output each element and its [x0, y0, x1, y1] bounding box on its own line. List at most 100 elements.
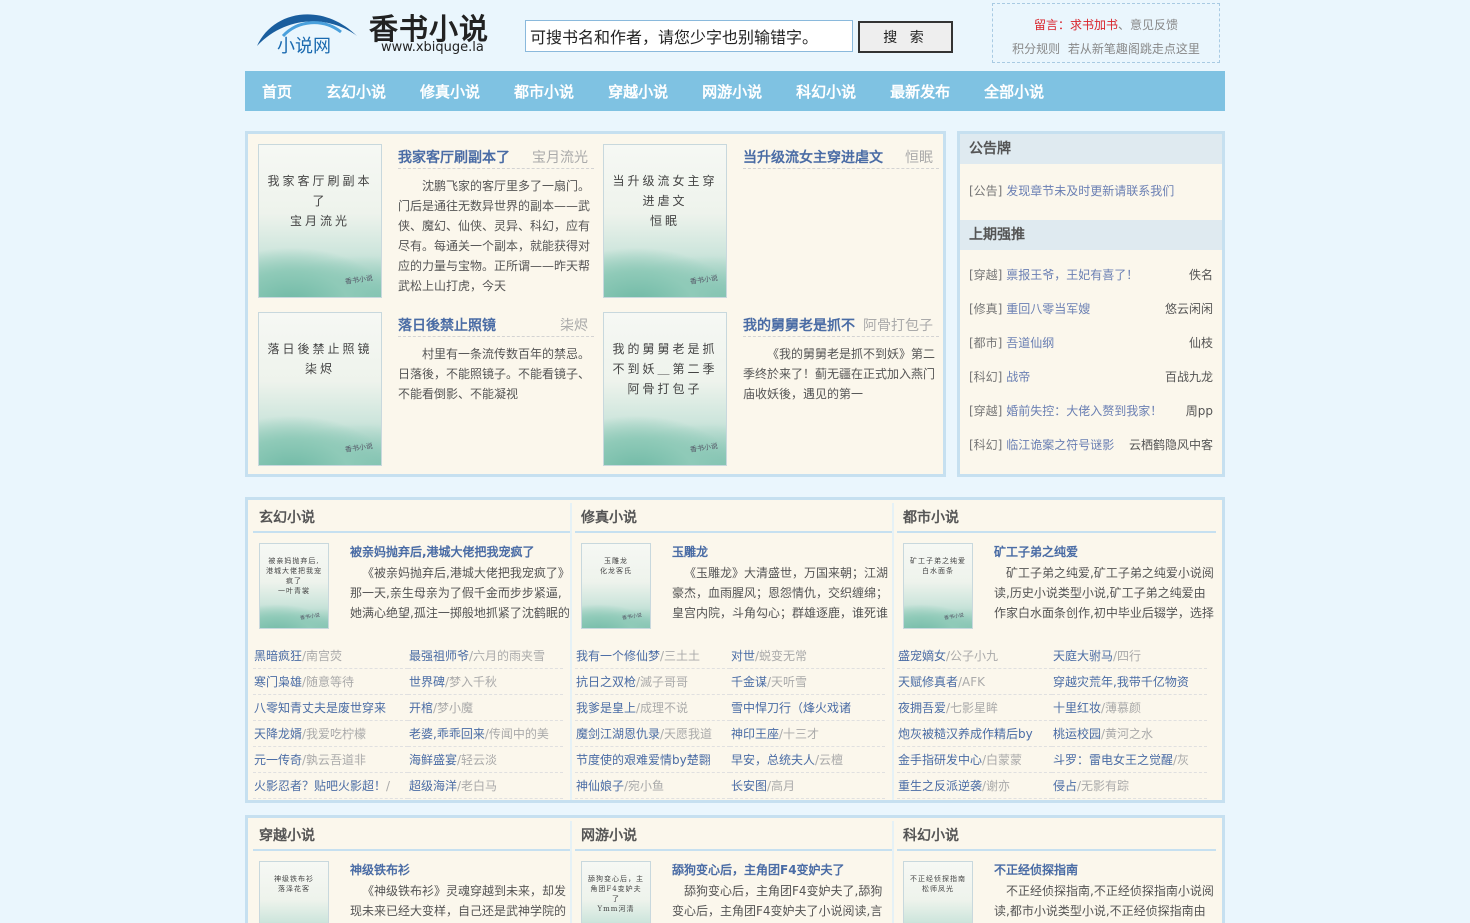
list-item: 金手指研发中心/白蒙蒙	[897, 747, 1052, 773]
book-link[interactable]: 抗日之双枪	[576, 675, 636, 689]
book-title[interactable]: 我家客厅刷副本了	[398, 147, 510, 167]
book-list: 黑暗疯狂/南宫荧 最强祖师爷/六月的雨夹雪 寒门枭雄/随意等待 世界碑/梦入千秋 八零知…	[253, 643, 570, 799]
book-link[interactable]: 老婆,乖乖回来	[409, 727, 485, 741]
book-link[interactable]: 重回八零当军嫂	[1006, 302, 1090, 316]
genre-tag: [穿越]	[969, 268, 1003, 282]
book-link[interactable]: 天赋修真者	[898, 675, 958, 689]
search-input[interactable]	[525, 20, 853, 52]
book-link[interactable]: 黑暗疯狂	[254, 649, 302, 663]
book-link[interactable]: 临江诡案之符号谜影	[1006, 438, 1114, 452]
book-author: 恒眠	[905, 150, 933, 166]
book-link[interactable]: 长安图	[731, 779, 767, 793]
genre-tag: [都市]	[969, 336, 1003, 350]
list-item: 盛宠嫡女/公子小九	[897, 643, 1052, 669]
book-link[interactable]: 天庭大驸马	[1053, 649, 1113, 663]
book-link[interactable]: 我有一个修仙梦	[576, 649, 660, 663]
book-author: /公子小九	[946, 649, 999, 663]
book-link[interactable]: 斗罗：雷电女王之觉醒	[1053, 753, 1173, 767]
book-title[interactable]: 我的舅舅老是抓不	[743, 315, 855, 335]
list-item: 桃运校园/黄河之水	[1052, 721, 1207, 747]
book-link[interactable]: 重生之反派逆袭	[898, 779, 982, 793]
featured-title[interactable]: 矿工子弟之纯爱	[994, 543, 1078, 560]
book-cover[interactable]: 我家客厅刷副本了 宝月流光 香书小说	[258, 144, 382, 298]
old-site-link[interactable]: 若从新笔趣阁跳走点这里	[1068, 42, 1200, 56]
book-link[interactable]: 元一传奇	[254, 753, 302, 767]
book-link[interactable]: 盛宠嫡女	[898, 649, 946, 663]
list-item: [科幻] 临江诡案之符号谜影 云栖鹤隐风中客	[960, 428, 1222, 462]
book-link[interactable]: 对世	[731, 649, 755, 663]
nav-dushi[interactable]: 都市小说	[500, 71, 588, 111]
book-link[interactable]: 早安，总统夫人	[731, 753, 815, 767]
book-link[interactable]: 魔剑江湖恩仇录	[576, 727, 660, 741]
nav-all[interactable]: 全部小说	[970, 71, 1058, 111]
book-link[interactable]: 金手指研发中心	[898, 753, 982, 767]
book-author: /孰云吾道非	[302, 753, 367, 767]
book-link[interactable]: 寒门枭雄	[254, 675, 302, 689]
feedback-link[interactable]: 意见反馈	[1130, 18, 1178, 32]
book-link[interactable]: 开棺	[409, 701, 433, 715]
book-link[interactable]: 最强祖师爷	[409, 649, 469, 663]
book-link[interactable]: 雪中悍刀行（烽火戏诸	[731, 701, 851, 715]
book-cover[interactable]: 玉雕龙 化龙客氏 香书小说	[581, 543, 651, 629]
featured-description: 舔狗变心后，主角团F4变妒夫了,舔狗变心后，主角团F4变妒夫了小说阅读,言情	[672, 884, 883, 918]
book-link[interactable]: 我爹是皇上	[576, 701, 636, 715]
featured-title[interactable]: 不正经侦探指南	[994, 861, 1078, 878]
nav-xuanhuan[interactable]: 玄幻小说	[312, 71, 400, 111]
cover-text: 神级铁布衫 落泽花客	[274, 875, 314, 893]
notice-prefix: 留言：	[1033, 18, 1070, 32]
list-item: 魔剑江湖恩仇录/天愿我道	[575, 721, 730, 747]
book-link[interactable]: 火影忍者？贴吧火影超！	[254, 779, 386, 793]
book-link[interactable]: 婚前失控：大佬入赘到我家！	[1006, 404, 1162, 418]
book-author: /我爱吃柠檬	[302, 727, 367, 741]
book-link[interactable]: 超级海洋	[409, 779, 457, 793]
book-link[interactable]: 海鲜盛宴	[409, 753, 457, 767]
book-link[interactable]: 节度使的艰难爱情by楚翾	[576, 753, 711, 767]
book-link[interactable]: 夜拥吾爱	[898, 701, 946, 715]
book-link[interactable]: 吾道仙纲	[1006, 336, 1054, 350]
nav-kehuan[interactable]: 科幻小说	[782, 71, 870, 111]
list-item: 夜拥吾爱/七影星眸	[897, 695, 1052, 721]
book-cover[interactable]: 被亲妈抛弃后,港城大佬把我宠疯了 一叶青裳 香书小说	[259, 543, 329, 629]
book-cover[interactable]: 我的舅舅老是抓不到妖＿第二季 阿骨打包子 香书小说	[603, 312, 727, 466]
book-cover[interactable]: 舔狗变心后，主角团F4变妒夫了 Ymm河清香书小说	[581, 861, 651, 923]
featured-title[interactable]: 舔狗变心后，主角团F4变妒夫了	[672, 861, 845, 878]
nav-chuanyue[interactable]: 穿越小说	[594, 71, 682, 111]
site-logo[interactable]: 小说网 香书小说 www.xbiquge.la	[253, 6, 493, 60]
book-link[interactable]: 天降龙婿	[254, 727, 302, 741]
book-link[interactable]: 禀报王爷，王妃有喜了！	[1006, 268, 1138, 282]
featured-title[interactable]: 玉雕龙	[672, 543, 708, 560]
featured-description: 《玉雕龙》大清盛世，万国来朝；江湖豪杰，血雨腥风；恩怨情仇，交织缠绵；皇宫内院，…	[672, 566, 889, 620]
book-cover[interactable]: 落日後禁止照镜 柒烬 香书小说	[258, 312, 382, 466]
list-item: [穿越] 婚前失控：大佬入赘到我家！ 周pp	[960, 394, 1222, 428]
book-link[interactable]: 八零知青丈夫是废世穿来	[254, 701, 386, 715]
featured-title[interactable]: 被亲妈抛弃后,港城大佬把我宠疯了	[350, 543, 535, 560]
nav-xiuzhen[interactable]: 修真小说	[406, 71, 494, 111]
book-cover[interactable]: 当升级流女主穿进虐文 恒眠 香书小说	[603, 144, 727, 298]
nav-home[interactable]: 首页	[248, 71, 306, 111]
book-author: 周pp	[1185, 404, 1213, 418]
book-link[interactable]: 桃运校园	[1053, 727, 1101, 741]
book-link[interactable]: 世界碑	[409, 675, 445, 689]
category-column: 科幻小说不正经侦探指南 松师凤光香书小说 不正经侦探指南不正经侦探指南,不正经侦探…	[897, 821, 1216, 923]
featured-title[interactable]: 神级铁布衫	[350, 861, 410, 878]
book-link[interactable]: 战帝	[1006, 370, 1030, 384]
nav-wangyou[interactable]: 网游小说	[688, 71, 776, 111]
notice-link[interactable]: 发现章节未及时更新请联系我们	[1006, 184, 1174, 198]
book-cover[interactable]: 不正经侦探指南 松师凤光香书小说	[903, 861, 973, 923]
nav-latest[interactable]: 最新发布	[876, 71, 964, 111]
book-cover[interactable]: 神级铁布衫 落泽花客香书小说	[259, 861, 329, 923]
search-button[interactable]: 搜 索	[858, 21, 953, 53]
book-link[interactable]: 侵占	[1053, 779, 1077, 793]
book-link[interactable]: 穿越灾荒年,我带千亿物资	[1053, 675, 1189, 689]
book-link[interactable]: 神印王座	[731, 727, 779, 741]
book-title[interactable]: 落日後禁止照镜	[398, 315, 496, 335]
book-cover[interactable]: 矿工子弟之纯爱 白水面条 香书小说	[903, 543, 973, 629]
notice-sep: 、	[1118, 18, 1131, 32]
book-link[interactable]: 神仙娘子	[576, 779, 624, 793]
points-rules-link[interactable]: 积分规则	[1012, 42, 1060, 56]
book-link[interactable]: 十里红妆	[1053, 701, 1101, 715]
book-link[interactable]: 炮灰被糙汉养成作精后by	[898, 727, 1033, 741]
request-book-link[interactable]: 求书加书	[1070, 18, 1118, 32]
book-link[interactable]: 千金谋	[731, 675, 767, 689]
book-title[interactable]: 当升级流女主穿进虐文	[743, 147, 883, 167]
